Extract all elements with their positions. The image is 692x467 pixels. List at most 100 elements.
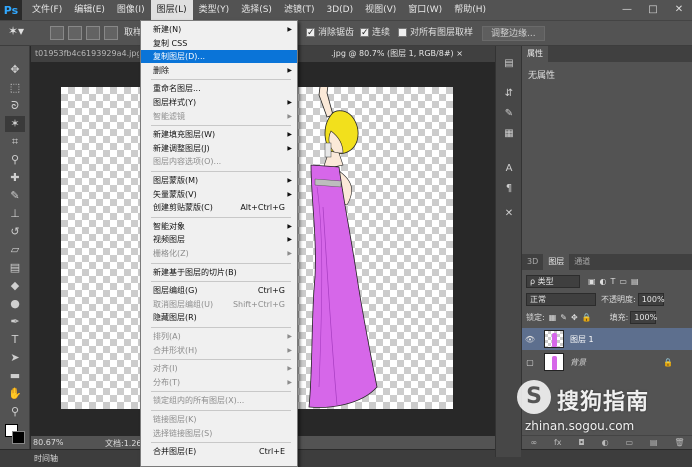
hand-tool-icon[interactable]: ✋ (5, 386, 25, 402)
layer-menu-item[interactable]: 创建剪贴蒙版(C) Alt+Ctrl+G (141, 201, 297, 214)
clone-stamp-icon[interactable]: ⊥ (5, 206, 25, 222)
layer-filter-kind[interactable]: ρ 类型 (526, 275, 580, 288)
layer-menu-item[interactable]: 图层样式(Y) ▶ (141, 96, 297, 109)
character-panel-icon[interactable]: A (501, 161, 517, 177)
magic-wand-icon[interactable]: ✶▾ (8, 24, 24, 39)
layer-style-icon[interactable]: fx (554, 438, 562, 447)
menu-type[interactable]: 类型(Y) (193, 0, 236, 20)
blur-tool-icon[interactable]: ◆ (5, 278, 25, 294)
timeline-tab[interactable]: 时间轴 (34, 453, 58, 464)
zoom-tool-icon[interactable]: ⚲ (5, 404, 25, 420)
fill-input[interactable]: 100% (630, 311, 657, 324)
pen-tool-icon[interactable]: ✒ (5, 314, 25, 330)
menu-layer[interactable]: 图层(L) (150, 0, 193, 20)
layer-menu-item[interactable]: 新建(N) ▶ (141, 23, 297, 36)
new-selection-icon[interactable] (50, 26, 64, 40)
menu-help[interactable]: 帮助(H) (448, 0, 492, 20)
layer-menu-item[interactable]: 复制图层(D)... (141, 50, 297, 64)
minimize-button[interactable]: — (614, 0, 640, 20)
new-layer-icon[interactable]: ▤ (650, 438, 658, 447)
layer-menu-item[interactable]: 智能对象 ▶ (141, 220, 297, 233)
menu-edit[interactable]: 编辑(E) (68, 0, 111, 20)
layer-menu-item[interactable]: 合并图层(E) Ctrl+E (141, 445, 297, 458)
brush-panel-icon[interactable]: ✎ (501, 106, 517, 122)
paragraph-panel-icon[interactable]: ¶ (501, 181, 517, 197)
gradient-tool-icon[interactable]: ▤ (5, 260, 25, 276)
layer-name[interactable]: 背景 (570, 357, 586, 368)
history-panel-icon[interactable]: ▤ (501, 56, 517, 72)
intersect-selection-icon[interactable] (104, 26, 118, 40)
shape-tool-icon[interactable]: ▬ (5, 368, 25, 384)
subtract-selection-icon[interactable] (86, 26, 100, 40)
new-group-icon[interactable]: ▭ (625, 438, 633, 447)
layer-menu-item[interactable]: 新建调整图层(J) ▶ (141, 142, 297, 155)
tab-3d[interactable]: 3D (522, 254, 544, 270)
layer-name[interactable]: 图层 1 (570, 334, 594, 345)
menu-image[interactable]: 图像(I) (111, 0, 151, 20)
contiguous-checkbox[interactable] (360, 26, 369, 41)
brush-tool-icon[interactable]: ✎ (5, 188, 25, 204)
layer-menu-item[interactable]: 复制 CSS (141, 37, 297, 50)
anti-alias-option[interactable]: 消除锯齿 (306, 26, 354, 41)
adjustment-layer-icon[interactable]: ◐ (602, 438, 609, 447)
eraser-tool-icon[interactable]: ▱ (5, 242, 25, 258)
maximize-button[interactable]: □ (640, 0, 666, 20)
move-tool-icon[interactable]: ✥ (5, 62, 25, 78)
close-button[interactable]: ✕ (666, 0, 692, 20)
filter-icons[interactable]: ▣◐T▭▤ (588, 277, 643, 286)
layer-menu-item[interactable]: 新建基于图层的切片(B) (141, 266, 297, 279)
sample-all-option[interactable]: 对所有图层取样 (398, 26, 473, 41)
layer-row-layer1[interactable]: 👁 图层 1 (522, 328, 692, 350)
layer-menu-item[interactable]: 图层编组(G) Ctrl+G (141, 284, 297, 297)
tab-properties[interactable]: 属性 (522, 46, 548, 62)
trash-icon[interactable]: 🗑 (674, 438, 684, 447)
lock-icons[interactable]: ▦✎✥🔒 (549, 313, 596, 322)
tab-channels[interactable]: 通道 (569, 254, 596, 270)
anti-alias-checkbox[interactable] (306, 26, 315, 41)
healing-brush-icon[interactable]: ✚ (5, 170, 25, 186)
crop-tool-icon[interactable]: ⌗ (5, 134, 25, 150)
menu-select[interactable]: 选择(S) (235, 0, 278, 20)
layer-row-background[interactable]: ▢ 背景 🔒 (522, 351, 692, 373)
photoshop-logo: Ps (0, 0, 22, 20)
layer-menu-item[interactable]: 视频图层 ▶ (141, 233, 297, 246)
refine-edge-button[interactable]: 调整边缘... (482, 26, 545, 41)
menu-view[interactable]: 视图(V) (359, 0, 402, 20)
contiguous-option[interactable]: 连续 (360, 26, 390, 41)
document-tab-1[interactable]: t01953fb4c6193929a4.jpg @ (35, 46, 139, 62)
menu-file[interactable]: 文件(F) (26, 0, 68, 20)
type-tool-icon[interactable]: T (5, 332, 25, 348)
sample-all-checkbox[interactable] (398, 28, 407, 37)
background-color-swatch[interactable] (12, 431, 25, 444)
lasso-tool-icon[interactable]: ᘐ (5, 98, 25, 114)
zoom-level[interactable]: 80.67% (33, 438, 64, 447)
dodge-tool-icon[interactable]: ● (5, 296, 25, 312)
layer-menu-item: 选择链接图层(S) (141, 427, 297, 440)
tab-layers[interactable]: 图层 (543, 254, 570, 270)
magic-wand-tool-icon[interactable]: ✶ (5, 116, 25, 132)
add-mask-icon[interactable]: ◘ (578, 438, 584, 447)
tools-panel-icon[interactable]: ✕ (501, 206, 517, 222)
menu-filter[interactable]: 滤镜(T) (278, 0, 321, 20)
layer-menu-item[interactable]: 图层蒙版(M) ▶ (141, 174, 297, 187)
layer-menu-item[interactable]: 重命名图层... (141, 82, 297, 95)
layer-menu-item[interactable]: 隐藏图层(R) (141, 311, 297, 324)
document-tab-2[interactable]: .jpg @ 80.7% (图层 1, RGB/8#) × (331, 46, 495, 62)
layer-menu-item[interactable]: 矢量蒙版(V) ▶ (141, 188, 297, 201)
menu-3d[interactable]: 3D(D) (320, 0, 359, 20)
link-layers-icon[interactable]: ∞ (530, 438, 537, 447)
history-brush-icon[interactable]: ↺ (5, 224, 25, 240)
blend-mode-select[interactable]: 正常 (526, 293, 596, 306)
layer-menu-item[interactable]: 删除 ▶ (141, 64, 297, 77)
adjust-panel-icon[interactable]: ⇵ (501, 86, 517, 102)
add-selection-icon[interactable] (68, 26, 82, 40)
opacity-input[interactable]: 100% (637, 293, 665, 306)
visibility-toggle[interactable]: ▢ (522, 358, 538, 367)
layer-menu-item[interactable]: 新建填充图层(W) ▶ (141, 128, 297, 141)
eyedropper-tool-icon[interactable]: ⚲ (5, 152, 25, 168)
eye-icon[interactable]: 👁 (522, 335, 538, 344)
path-selection-icon[interactable]: ➤ (5, 350, 25, 366)
tool-preset-icon[interactable]: ▦ (501, 126, 517, 142)
menu-window[interactable]: 窗口(W) (402, 0, 448, 20)
marquee-tool-icon[interactable]: ⬚ (5, 80, 25, 96)
